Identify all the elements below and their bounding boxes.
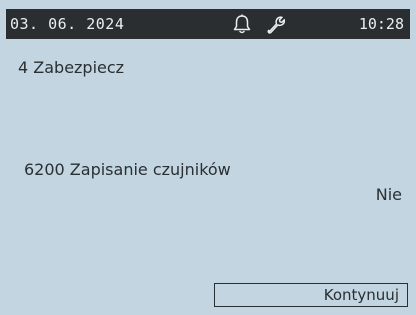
status-icons: [232, 13, 289, 35]
parameter-label: 6200 Zapisanie czujników: [24, 160, 231, 179]
status-date: 03. 06. 2024: [10, 15, 125, 33]
parameter-value[interactable]: Nie: [376, 185, 402, 204]
status-time: 10:28: [358, 15, 404, 33]
wrench-icon: [265, 13, 286, 39]
status-bar: 03. 06. 2024 10:28: [6, 9, 410, 39]
menu-title: 4 Zabezpiecz: [18, 58, 125, 77]
continue-button[interactable]: Kontynuuj: [214, 283, 408, 307]
bell-icon: [232, 13, 252, 39]
device-screen: 03. 06. 2024 10:28 4 Zabezpiecz 6200 Zap…: [0, 0, 416, 315]
